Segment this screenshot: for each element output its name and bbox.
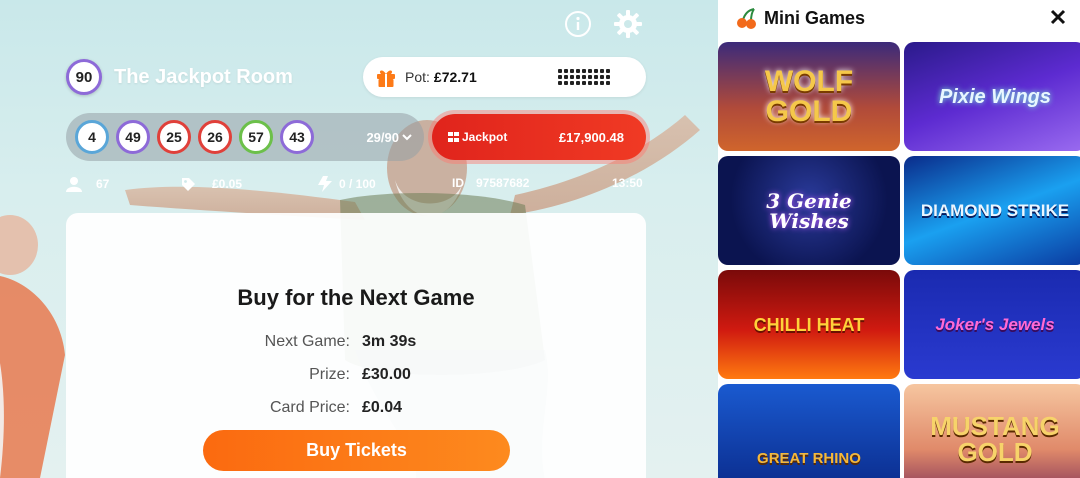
jackpot-value: £17,900.48: [558, 129, 624, 145]
info-icon[interactable]: [562, 8, 594, 40]
close-button[interactable]: [1046, 5, 1070, 29]
background-woman-image: [0, 215, 65, 478]
players-stat: 67: [66, 176, 109, 192]
pattern-grid-icon[interactable]: [558, 69, 610, 85]
game-id-stat: ID 97587682: [452, 176, 529, 190]
jackpot-label: Jackpot: [462, 130, 508, 144]
jackpot-label-group: Jackpot: [448, 130, 507, 144]
game-tile-pixie-wings[interactable]: Pixie Wings: [904, 42, 1080, 151]
next-game-value: 3m 39s: [362, 333, 417, 350]
game-tile-title: 3 Genie Wishes: [766, 188, 852, 233]
chevron-down-icon: [402, 134, 412, 141]
called-ball: 49: [116, 120, 150, 154]
tickets-stat: 0 / 100: [317, 176, 376, 192]
user-icon: [66, 177, 82, 192]
called-count: 29/90: [366, 129, 399, 145]
game-tile-mustang-gold[interactable]: MUSTANG GOLD: [904, 384, 1080, 478]
room-stats: 67 £0.05 0 / 100 ID 97587682 13:50: [66, 176, 646, 196]
game-id-label: ID: [452, 176, 464, 190]
time-stat: 13:50: [612, 176, 643, 190]
tickets-bolt-icon: [318, 176, 332, 192]
prize-label: Prize:: [309, 366, 350, 383]
game-tile-title: CHILLI HEAT: [753, 314, 865, 335]
called-ball: 26: [198, 120, 232, 154]
room-name: The Jackpot Room: [114, 65, 293, 88]
close-icon: [1050, 9, 1066, 25]
game-tile-wolf-gold[interactable]: WOLF GOLD: [718, 42, 900, 151]
next-game-label: Next Game:: [264, 333, 350, 350]
buy-panel-title: Buy for the Next Game: [237, 285, 475, 310]
game-tile-3-genie-wishes[interactable]: 3 Genie Wishes: [718, 156, 900, 265]
jackpot-icon: [448, 132, 459, 142]
called-ball: 4: [75, 120, 109, 154]
card-price-value: £0.05: [212, 177, 243, 191]
pot-label: Pot:: [405, 69, 430, 85]
gift-icon: [377, 70, 395, 87]
room-header: 90 The Jackpot Room: [66, 59, 293, 95]
card-price-row-value: £0.04: [362, 399, 403, 416]
pot-value: £72.71: [433, 69, 477, 85]
jackpot-bar: Jackpot £17,900.48: [432, 114, 646, 160]
game-tile-jokers-jewels[interactable]: Joker's Jewels: [904, 270, 1080, 379]
game-id-value: 97587682: [476, 176, 530, 190]
game-tile-title: Pixie Wings: [938, 85, 1052, 108]
called-count-toggle[interactable]: 29/90: [366, 130, 412, 145]
players-count: 67: [96, 177, 110, 191]
buy-tickets-button[interactable]: Buy Tickets: [203, 430, 510, 471]
game-tile-chilli-heat[interactable]: CHILLI HEAT: [718, 270, 900, 379]
pot-bar: Pot: £72.71: [363, 57, 646, 97]
bingo-room: 90 The Jackpot Room Pot: £72.71 4 49 25 …: [0, 0, 718, 478]
game-tile-title: GREAT RHINO: [757, 450, 861, 467]
mini-games-panel: Mini Games WOLF GOLD Pixie Wings 3 Genie…: [718, 0, 1080, 478]
settings-gear-icon[interactable]: [612, 8, 644, 40]
called-ball: 43: [280, 120, 314, 154]
buy-panel: Buy for the Next Game Next Game: 3m 39s …: [66, 213, 646, 478]
called-balls-bar: 4 49 25 26 57 43 29/90: [66, 113, 424, 161]
called-ball: 57: [239, 120, 273, 154]
mini-games-title: Mini Games: [764, 7, 866, 28]
card-price-label: Card Price:: [269, 399, 350, 416]
game-tile-title: DIAMOND STRIKE: [920, 201, 1070, 220]
mini-games-header: Mini Games: [718, 0, 1080, 36]
game-tile-title: Joker's Jewels: [935, 315, 1055, 334]
tickets-value: 0 / 100: [339, 177, 376, 191]
cherries-icon: [737, 8, 756, 29]
card-price-stat: £0.05: [180, 176, 242, 192]
room-ball-badge: 90: [66, 59, 102, 95]
prize-value: £30.00: [362, 366, 411, 383]
game-tile-diamond-strike[interactable]: DIAMOND STRIKE: [904, 156, 1080, 265]
called-ball: 25: [157, 120, 191, 154]
game-tile-great-rhino[interactable]: GREAT RHINO: [718, 384, 900, 478]
game-time: 13:50: [612, 176, 643, 190]
game-tile-title: MUSTANG GOLD: [930, 410, 1060, 467]
ticket-tag-icon: [182, 178, 195, 191]
game-tile-title: WOLF GOLD: [764, 64, 854, 128]
